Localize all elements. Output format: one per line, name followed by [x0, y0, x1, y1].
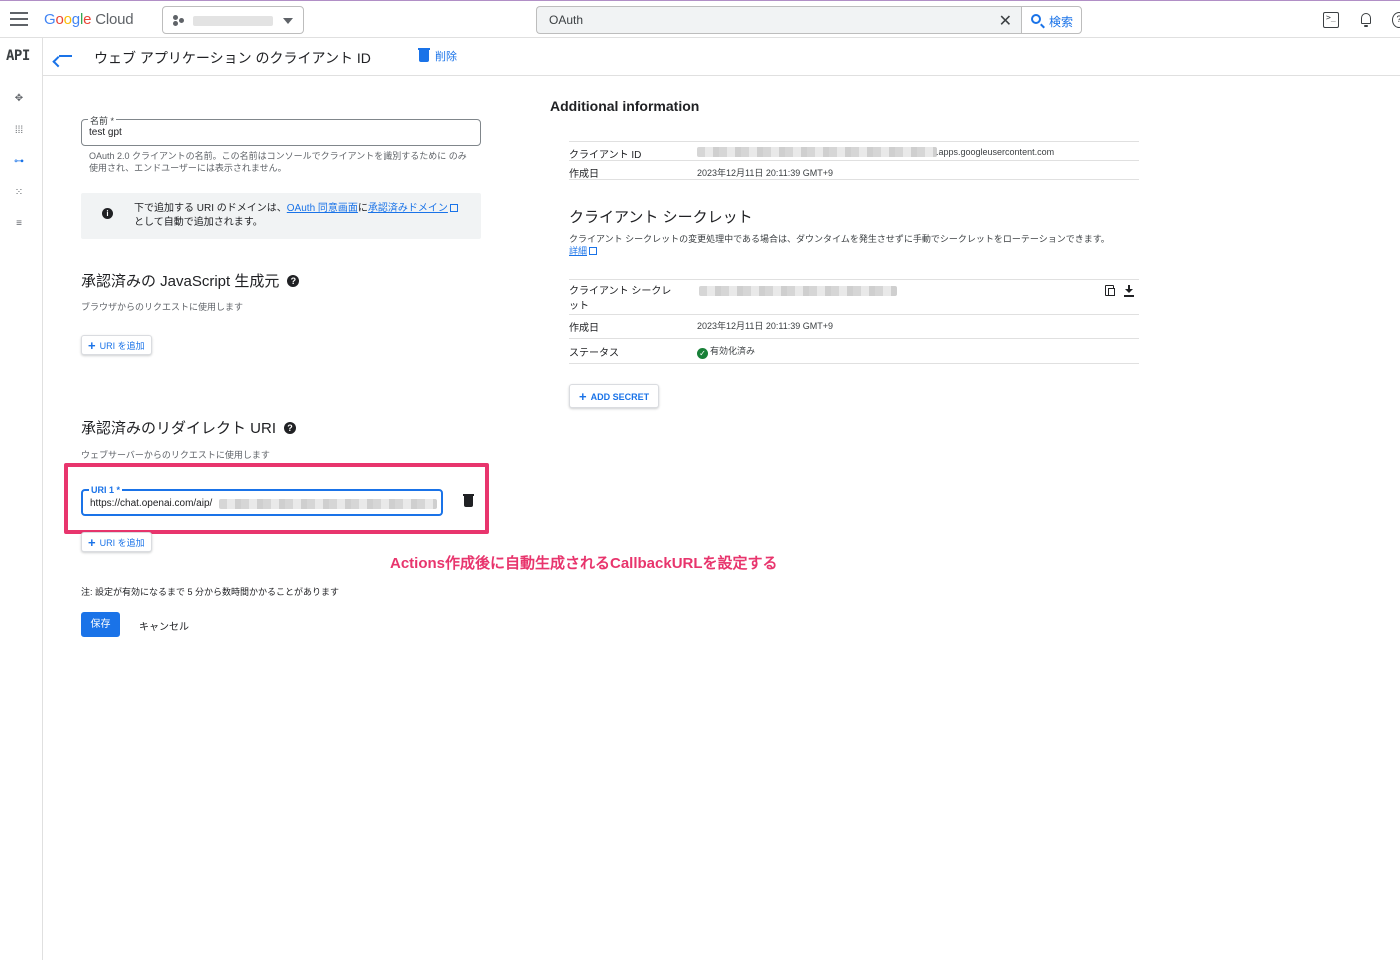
- external-link-icon: [589, 247, 598, 255]
- delete-uri-trash-icon[interactable]: [463, 494, 474, 507]
- project-icon: [173, 15, 185, 27]
- add-js-origin-uri-button[interactable]: + URI を追加: [81, 335, 152, 355]
- redacted-uri-suffix: [219, 499, 437, 509]
- external-link-icon: [449, 204, 458, 212]
- help-icon[interactable]: ?: [1392, 12, 1400, 28]
- plus-icon: +: [88, 338, 96, 353]
- client-secret-description: クライアント シークレットの変更処理中である場合は、ダウンタイムを発生させずに手…: [569, 234, 1110, 256]
- search-input[interactable]: [549, 13, 989, 27]
- back-arrow-icon[interactable]: [52, 48, 73, 68]
- notifications-bell-icon[interactable]: [1358, 12, 1374, 28]
- help-question-icon[interactable]: ?: [284, 422, 297, 434]
- client-secret-heading: クライアント シークレット: [569, 209, 753, 226]
- top-app-bar: GoogleCloud ✕ 検索 ?: [0, 0, 1400, 38]
- cloud-shell-icon[interactable]: [1323, 12, 1339, 28]
- page-title: ウェブ アプリケーション のクライアント ID: [94, 50, 371, 66]
- propagation-note: 注: 設定が有効になるまで 5 分から数時間かかることがあります: [81, 587, 340, 597]
- page-usage-settings-icon[interactable]: ≡: [12, 217, 26, 231]
- redacted-client-secret: [699, 286, 897, 296]
- oauth-consent-icon[interactable]: ⁙: [12, 186, 26, 200]
- page-header: ウェブ アプリケーション のクライアント ID 削除: [43, 38, 1400, 76]
- name-field[interactable]: 名前 * test gpt: [81, 114, 481, 146]
- redirect-uris-hint: ウェブサーバーからのリクエストに使用します: [81, 450, 270, 460]
- redirect-uris-heading: 承認済みのリダイレクト URI?: [81, 417, 297, 438]
- status-badge: ✓ 有効化済み: [697, 344, 755, 359]
- secret-status-row: ステータス ✓ 有効化済み: [569, 338, 1139, 364]
- enabled-apis-icon[interactable]: ✥: [12, 92, 26, 106]
- clear-search-icon[interactable]: ✕: [999, 11, 1012, 31]
- created-date-row: 作成日 2023年12月11日 20:11:39 GMT+9: [569, 160, 1139, 180]
- additional-info-heading: Additional information: [550, 98, 700, 114]
- authorized-domains-link[interactable]: 承認済みドメイン: [368, 203, 448, 214]
- cancel-button[interactable]: キャンセル: [139, 618, 189, 633]
- domain-notice-box: i 下で追加する URI のドメインは、OAuth 同意画面に承認済みドメイン …: [81, 193, 481, 239]
- redirect-uri-1-value: https://chat.openai.com/aip/: [90, 498, 213, 509]
- name-field-value: test gpt: [89, 127, 122, 138]
- trash-icon: [418, 48, 430, 62]
- search-bar: ✕: [536, 6, 1022, 34]
- add-redirect-uri-button[interactable]: + URI を追加: [81, 532, 152, 552]
- client-secret-row: クライアント シークレ ット: [569, 279, 1139, 314]
- left-nav-rail: API ✥ ⁞⁞⁞ ⊶ ⁙ ≡: [0, 38, 43, 960]
- js-origins-hint: ブラウザからのリクエストに使用します: [81, 302, 244, 312]
- client-id-row: クライアント ID .apps.googleusercontent.com: [569, 141, 1139, 161]
- secret-created-row: 作成日 2023年12月11日 20:11:39 GMT+9: [569, 314, 1139, 338]
- help-question-icon[interactable]: ?: [287, 275, 300, 287]
- dropdown-caret-icon: [283, 18, 293, 24]
- api-product-label: API: [6, 48, 30, 64]
- hamburger-menu-icon[interactable]: [10, 12, 28, 26]
- copy-icon[interactable]: [1105, 285, 1115, 296]
- info-icon: i: [102, 208, 113, 219]
- search-icon: [1031, 14, 1041, 24]
- project-selector[interactable]: [162, 6, 304, 34]
- download-icon[interactable]: [1124, 285, 1134, 297]
- redacted-client-id: [697, 147, 937, 157]
- plus-icon: +: [88, 535, 96, 550]
- js-origins-heading: 承認済みの JavaScript 生成元?: [81, 270, 300, 291]
- learn-more-link[interactable]: 詳細: [569, 246, 587, 256]
- project-name-redacted: [193, 16, 273, 26]
- plus-icon: +: [579, 389, 587, 404]
- library-icon[interactable]: ⁞⁞⁞: [12, 124, 26, 138]
- search-button[interactable]: 検索: [1021, 6, 1082, 34]
- save-button[interactable]: 保存: [81, 612, 120, 637]
- delete-button[interactable]: 削除: [418, 48, 457, 64]
- google-cloud-logo[interactable]: Google Cloud: [44, 11, 134, 28]
- add-secret-button[interactable]: + ADD SECRET: [569, 384, 660, 408]
- redirect-uri-1-field[interactable]: URI 1 * https://chat.openai.com/aip/: [81, 485, 443, 516]
- callback-url-annotation: Actions作成後に自動生成されるCallbackURLを設定する: [390, 555, 778, 572]
- oauth-consent-link[interactable]: OAuth 同意画面: [287, 203, 358, 214]
- check-circle-icon: ✓: [697, 348, 708, 359]
- credentials-key-icon[interactable]: ⊶: [12, 155, 26, 169]
- name-hint: OAuth 2.0 クライアントの名前。この名前はコンソールでクライアントを識別…: [89, 151, 467, 173]
